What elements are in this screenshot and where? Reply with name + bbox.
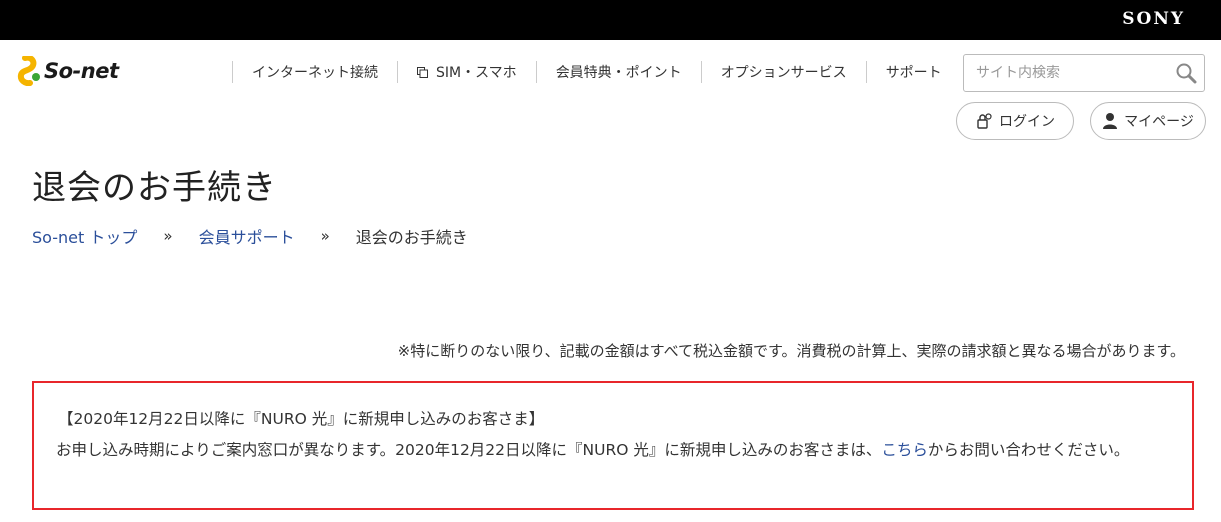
notice-heading: 【2020年12月22日以降に『NURO 光』に新規申し込みのお客さま】 <box>58 410 545 428</box>
login-button[interactable]: ログイン <box>956 102 1074 140</box>
breadcrumb-current: 退会のお手続き <box>355 228 468 247</box>
breadcrumb-link-support[interactable]: 会員サポート <box>199 224 295 248</box>
search-input[interactable] <box>964 55 1168 91</box>
notice-body: お申し込み時期によりご案内窓口が異なります。2020年12月22日以降に『NUR… <box>56 441 882 459</box>
nav-item-internet[interactable]: インターネット接続 <box>232 61 397 83</box>
user-icon <box>1103 113 1118 129</box>
nav-item-label: 会員特典・ポイント <box>555 65 682 81</box>
lock-icon <box>977 113 992 129</box>
brand-name: So-net <box>44 59 119 83</box>
login-label: ログイン <box>999 114 1055 130</box>
page-title: 退会のお手続き <box>32 168 277 208</box>
global-nav: インターネット接続 SIM・スマホ 会員特典・ポイント オプションサービス サポ… <box>232 60 942 84</box>
breadcrumb-separator: » <box>320 227 330 245</box>
notice-body-end: からお問い合わせください。 <box>927 441 1130 459</box>
nav-item-options[interactable]: オプションサービス <box>700 61 866 83</box>
search-button[interactable] <box>1168 55 1204 91</box>
breadcrumb: So-net トップ » 会員サポート » 退会のお手続き <box>32 224 468 248</box>
nav-item-label: インターネット接続 <box>252 65 378 81</box>
nav-item-label: SIM・スマホ <box>436 65 517 81</box>
notice-box: 【2020年12月22日以降に『NURO 光』に新規申し込みのお客さま】 お申し… <box>32 381 1194 510</box>
breadcrumb-link-top[interactable]: So-net トップ <box>32 224 137 248</box>
external-window-icon <box>417 66 428 78</box>
contact-link[interactable]: こちら <box>881 441 928 459</box>
nav-item-sim[interactable]: SIM・スマホ <box>397 61 536 83</box>
nav-item-benefits[interactable]: 会員特典・ポイント <box>535 61 701 83</box>
nav-item-support[interactable]: サポート <box>865 61 942 83</box>
nav-item-label: サポート <box>885 65 942 81</box>
sonet-logo[interactable]: So-net <box>16 56 119 86</box>
sony-header-bar: SONY <box>0 0 1221 40</box>
nav-item-label: オプションサービス <box>720 65 847 81</box>
sonet-logo-icon <box>17 56 40 86</box>
mypage-button[interactable]: マイページ <box>1090 102 1206 140</box>
site-search <box>963 54 1205 92</box>
tax-note: ※特に断りのない限り、記載の金額はすべて税込金額です。消費税の計算上、実際の請求… <box>397 342 1185 360</box>
sony-logo[interactable]: SONY <box>1122 9 1185 29</box>
search-icon <box>1176 63 1197 84</box>
mypage-label: マイページ <box>1124 114 1194 130</box>
breadcrumb-separator: » <box>163 227 173 245</box>
